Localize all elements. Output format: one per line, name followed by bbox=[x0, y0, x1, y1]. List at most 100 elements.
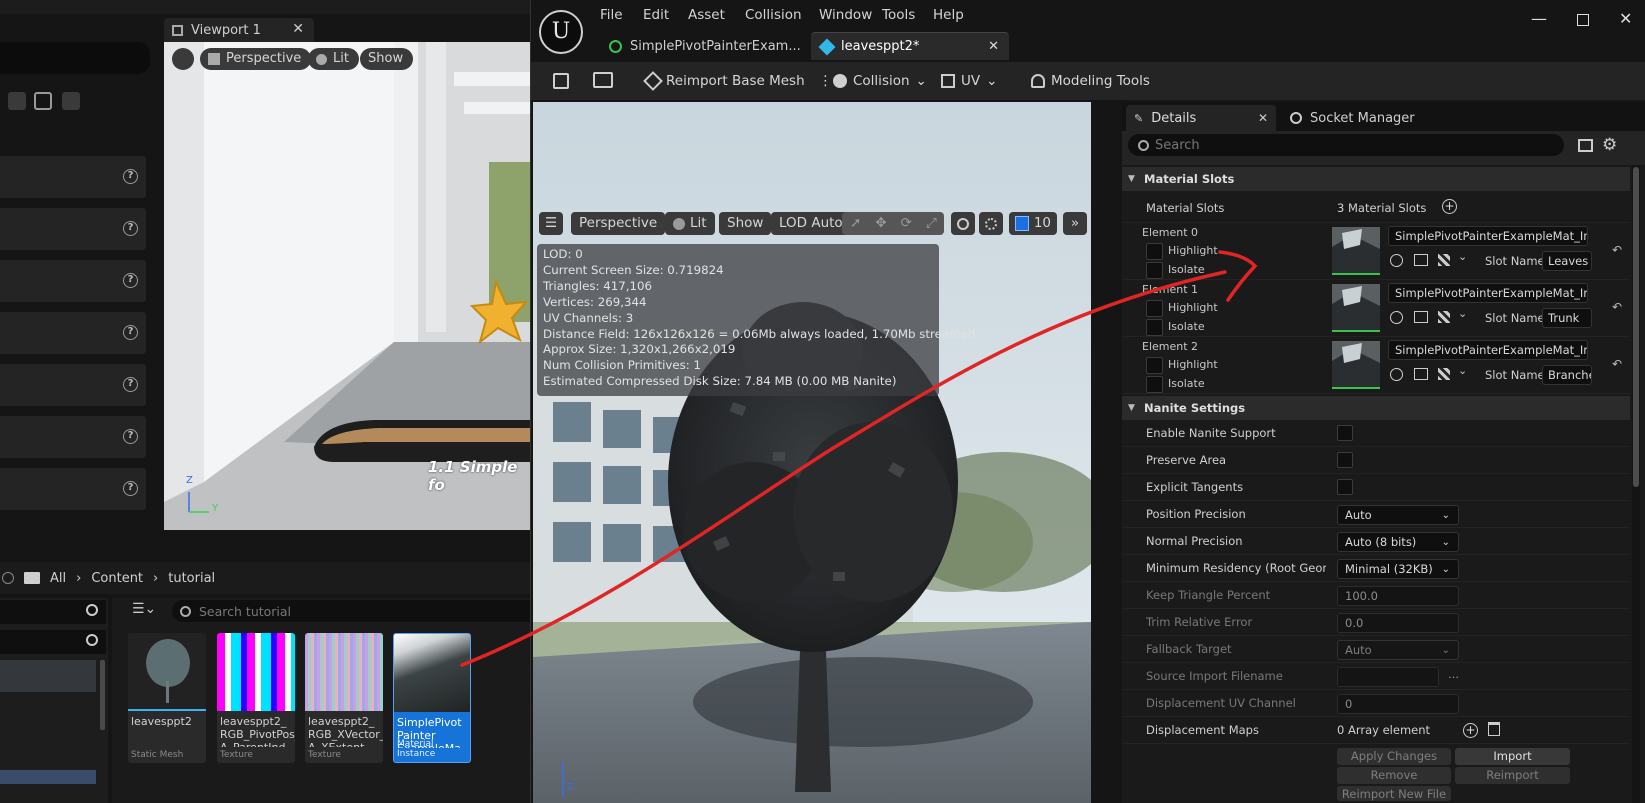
trim-relative-error-input[interactable]: 0.0 bbox=[1337, 613, 1459, 633]
highlight-checkbox[interactable] bbox=[1146, 357, 1163, 374]
minimum-residency-dropdown[interactable]: Minimal (32KB) ⌄ bbox=[1337, 559, 1459, 579]
browse-folder-icon[interactable] bbox=[1414, 311, 1428, 323]
tab-details[interactable]: ✎ Details ✕ bbox=[1126, 105, 1276, 131]
enable-nanite-checkbox[interactable] bbox=[1337, 425, 1353, 441]
reset-arrow-icon[interactable]: ↶ bbox=[1612, 300, 1622, 314]
isolate-checkbox[interactable] bbox=[1146, 262, 1163, 279]
filter-icon[interactable]: ☰⌄ bbox=[132, 601, 156, 617]
close-icon[interactable]: ✕ bbox=[988, 39, 999, 54]
more-options-icon[interactable]: ⋮ bbox=[819, 73, 833, 89]
reset-arrow-icon[interactable]: ↶ bbox=[1612, 357, 1622, 371]
slot-name-field[interactable]: Leaves bbox=[1542, 251, 1592, 271]
details-scrollbar-thumb[interactable] bbox=[1633, 167, 1639, 487]
modeling-tools-button[interactable]: Modeling Tools bbox=[1031, 68, 1150, 94]
table-view-icon[interactable] bbox=[1578, 139, 1593, 152]
panel-row[interactable]: ? bbox=[0, 312, 146, 354]
reimport-button[interactable]: Reimport bbox=[1455, 767, 1570, 784]
minimize-icon[interactable]: — bbox=[1531, 9, 1547, 28]
collection-row[interactable] bbox=[0, 770, 96, 784]
displacement-uv-channel-input[interactable]: 0 bbox=[1337, 694, 1459, 714]
position-precision-dropdown[interactable]: Auto ⌄ bbox=[1337, 505, 1459, 525]
background-viewport[interactable]: Perspective Lit Show 1.1 Simple fo Z Y bbox=[164, 42, 530, 530]
panel-row[interactable]: ? bbox=[0, 364, 146, 406]
normal-precision-dropdown[interactable]: Auto (8 bits) ⌄ bbox=[1337, 532, 1459, 552]
ellipsis-icon[interactable]: … bbox=[1448, 668, 1459, 681]
explicit-tangents-checkbox[interactable] bbox=[1337, 479, 1353, 495]
sources-scrollbar[interactable] bbox=[100, 660, 105, 730]
asset-tile-material-instance[interactable]: SimplePivot Painter ExampleMa Material I… bbox=[393, 633, 471, 763]
preserve-area-checkbox[interactable] bbox=[1337, 452, 1353, 468]
panel-row[interactable]: ? bbox=[0, 208, 146, 250]
details-search-input[interactable]: Search bbox=[1128, 134, 1564, 156]
breadcrumb-all[interactable]: All bbox=[50, 571, 66, 586]
material-picker-icon[interactable] bbox=[1438, 254, 1450, 266]
material-name-field[interactable]: SimplePivotPainterExampleMat_Inst1 bbox=[1388, 340, 1588, 360]
use-selected-icon[interactable] bbox=[1390, 368, 1403, 381]
select-mode-icon[interactable] bbox=[8, 92, 26, 110]
trash-icon[interactable] bbox=[1488, 722, 1500, 736]
help-icon[interactable]: ? bbox=[123, 169, 138, 184]
help-icon[interactable]: ? bbox=[123, 221, 138, 236]
material-slots-section-header[interactable]: ▼ Material Slots bbox=[1122, 167, 1630, 191]
foliage-mode-icon[interactable] bbox=[62, 92, 80, 110]
viewport-overflow-button[interactable]: » bbox=[1063, 212, 1087, 235]
isolate-checkbox[interactable] bbox=[1146, 319, 1163, 336]
uv-dropdown[interactable]: UV ⌄ bbox=[941, 68, 997, 94]
asset-search-input[interactable]: Search tutorial bbox=[172, 600, 530, 622]
help-icon[interactable]: ? bbox=[123, 481, 138, 496]
landscape-mode-icon[interactable] bbox=[34, 92, 52, 110]
nanite-section-header[interactable]: ▼ Nanite Settings bbox=[1122, 396, 1630, 420]
material-name-field[interactable]: SimplePivotPainterExampleMat_Inst1 bbox=[1388, 283, 1588, 303]
outliner-search-field[interactable] bbox=[0, 42, 150, 74]
panel-row[interactable]: ? bbox=[0, 416, 146, 458]
chevron-down-icon[interactable]: ⌄ bbox=[1458, 307, 1467, 320]
background-lit-button[interactable]: Lit bbox=[308, 48, 359, 70]
reimport-base-mesh-button[interactable]: Reimport Base Mesh ⋮ bbox=[643, 68, 833, 94]
browse-folder-icon[interactable] bbox=[1414, 254, 1428, 266]
keep-triangle-percent-input[interactable]: 100.0 bbox=[1337, 586, 1459, 606]
search-icon[interactable] bbox=[86, 604, 98, 616]
menu-help[interactable]: Help bbox=[933, 7, 964, 23]
rotate-icon[interactable]: ⟳ bbox=[901, 212, 912, 235]
material-thumbnail[interactable] bbox=[1332, 341, 1380, 389]
browse-folder-icon[interactable] bbox=[1414, 368, 1428, 380]
move-icon[interactable]: ✥ bbox=[875, 212, 886, 235]
background-show-button[interactable]: Show bbox=[360, 48, 414, 70]
breadcrumb-content[interactable]: Content bbox=[91, 571, 143, 586]
close-icon[interactable]: ✕ bbox=[292, 21, 304, 37]
menu-collision[interactable]: Collision bbox=[745, 7, 802, 23]
asset-tile-leavesppt2[interactable]: leavesppt2 Static Mesh bbox=[128, 633, 206, 763]
tab-static-mesh-editor[interactable]: leavesppt2* ✕ bbox=[811, 32, 1009, 60]
import-button[interactable]: Import bbox=[1455, 748, 1570, 765]
search-icon[interactable] bbox=[86, 634, 98, 646]
selected-folder-row[interactable] bbox=[0, 660, 96, 692]
material-picker-icon[interactable] bbox=[1438, 368, 1450, 380]
save-icon[interactable] bbox=[553, 73, 569, 89]
help-icon[interactable]: ? bbox=[123, 325, 138, 340]
surface-snap-button[interactable] bbox=[979, 212, 1003, 235]
history-forward-icon[interactable] bbox=[2, 572, 14, 584]
close-icon[interactable]: ✕ bbox=[1258, 111, 1268, 125]
menu-edit[interactable]: Edit bbox=[643, 7, 669, 23]
fallback-target-dropdown[interactable]: Auto ⌄ bbox=[1337, 640, 1459, 660]
world-local-button[interactable] bbox=[951, 212, 975, 235]
grid-snap-button[interactable]: 10 bbox=[1009, 212, 1057, 235]
breadcrumb-tutorial[interactable]: tutorial bbox=[168, 571, 215, 586]
add-slot-icon[interactable]: + bbox=[1442, 199, 1457, 214]
background-perspective-button[interactable]: Perspective bbox=[200, 48, 312, 70]
maximize-icon[interactable] bbox=[1577, 14, 1589, 26]
material-picker-icon[interactable] bbox=[1438, 311, 1450, 323]
chevron-down-icon[interactable]: ⌄ bbox=[1458, 364, 1467, 377]
asset-tile-xvector-texture[interactable]: leavesppt2_ RGB_XVector_ A_XExtent Textu… bbox=[305, 633, 383, 763]
apply-changes-button[interactable]: Apply Changes bbox=[1337, 748, 1451, 765]
show-button[interactable]: Show bbox=[719, 212, 772, 235]
browse-asset-icon[interactable] bbox=[593, 72, 613, 88]
engine-logo-icon[interactable]: U bbox=[539, 10, 583, 54]
reimport-new-file-button[interactable]: Reimport New File bbox=[1337, 786, 1451, 801]
material-thumbnail[interactable] bbox=[1332, 284, 1380, 332]
lod-button[interactable]: LOD Auto bbox=[771, 212, 851, 235]
panel-row[interactable]: ? bbox=[0, 468, 146, 510]
menu-window[interactable]: Window bbox=[819, 7, 872, 23]
slot-name-field[interactable]: Trunk bbox=[1542, 308, 1592, 328]
panel-row[interactable]: ? bbox=[0, 260, 146, 302]
